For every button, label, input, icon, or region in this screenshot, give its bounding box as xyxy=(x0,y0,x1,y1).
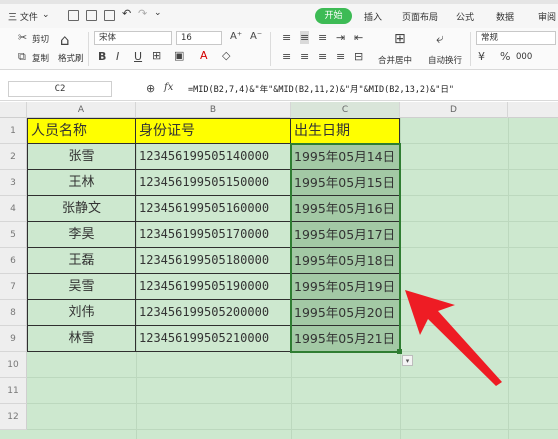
spreadsheet-app: 三 文件 ⌄ ↶ ↷ ⌄ 开始 插入 页面布局 公式 数据 审阅 ✂ 剪切 ⧉ … xyxy=(0,0,558,439)
annotation-arrow xyxy=(405,290,502,386)
red-arrow-shape xyxy=(405,290,502,386)
